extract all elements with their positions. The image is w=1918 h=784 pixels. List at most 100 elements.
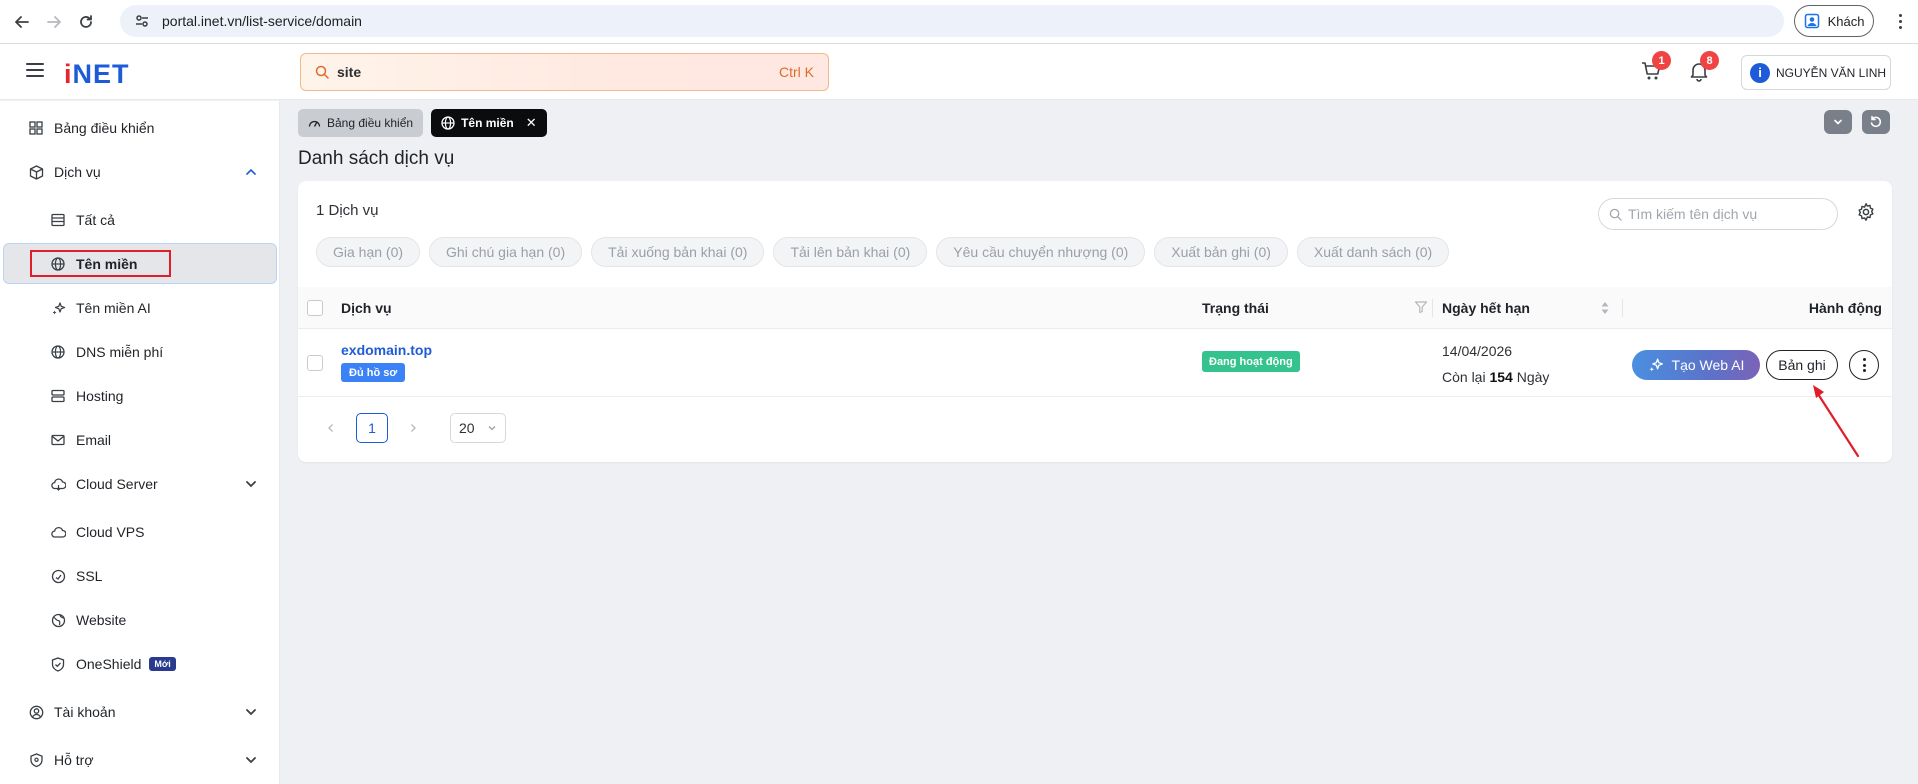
cart-count-badge: 1 — [1652, 51, 1671, 70]
shield-icon — [50, 656, 66, 672]
sidebar-item-domain-ai[interactable]: Tên miền AI — [0, 288, 280, 328]
sidebar-item-all[interactable]: Tất cả — [0, 200, 280, 240]
profile-icon — [1804, 13, 1819, 29]
sidebar-item-dashboard[interactable]: Bảng điều khiển — [0, 108, 280, 148]
gauge-icon — [308, 120, 321, 127]
sidebar-item-cloud-vps[interactable]: Cloud VPS — [0, 512, 280, 552]
more-actions-icon[interactable] — [1849, 350, 1879, 380]
menu-toggle-icon[interactable] — [26, 63, 44, 77]
chevron-down-icon[interactable] — [244, 753, 258, 767]
chevron-down-icon[interactable] — [244, 477, 258, 491]
sidebar-item-label: Email — [76, 432, 112, 448]
next-page-icon[interactable] — [398, 413, 428, 443]
cart-button[interactable]: 1 — [1640, 51, 1671, 84]
support-icon — [28, 752, 44, 768]
renew-note-button[interactable]: Ghi chú gia hạn (0) — [429, 237, 583, 267]
user-menu-button[interactable]: i NGUYỄN VĂN LINH — [1741, 55, 1891, 90]
row-checkbox[interactable] — [307, 355, 323, 371]
inet-logo[interactable]: iNET — [64, 59, 130, 90]
column-service: Dịch vụ — [341, 300, 392, 316]
app-header: iNET site Ctrl K 1 8 i NGUYỄN VĂN LINH — [0, 44, 1918, 100]
create-web-ai-button[interactable]: Tạo Web AI — [1632, 350, 1760, 380]
mail-icon — [50, 432, 66, 448]
select-all-checkbox[interactable] — [307, 300, 323, 316]
chevron-down-icon[interactable] — [244, 705, 258, 719]
ssl-icon — [50, 568, 66, 584]
column-actions: Hành động — [1808, 300, 1882, 316]
upload-declaration-button[interactable]: Tải lên bản khai (0) — [773, 237, 928, 267]
notification-button[interactable]: 8 — [1688, 51, 1719, 84]
records-button[interactable]: Bản ghi — [1766, 350, 1838, 380]
sidebar-item-domain[interactable]: Tên miền — [3, 243, 277, 284]
sidebar-item-cloud-server[interactable]: Cloud Server — [0, 464, 280, 504]
reload-icon[interactable] — [76, 12, 96, 32]
column-status: Trạng thái — [1202, 300, 1269, 316]
sidebar-item-website[interactable]: Website — [0, 600, 280, 640]
transfer-request-button[interactable]: Yêu cầu chuyển nhượng (0) — [936, 237, 1146, 267]
sidebar-item-oneshield[interactable]: OneShield Mới — [0, 644, 280, 684]
sparkle-icon — [1649, 358, 1663, 372]
service-list-card: 1 Dịch vụ Gia hạn (0) Ghi chú gia hạn (0… — [298, 181, 1892, 462]
prev-page-icon[interactable] — [316, 413, 346, 443]
sidebar-item-label: Hỗ trợ — [54, 752, 94, 768]
page-size-value: 20 — [459, 420, 475, 436]
export-list-button[interactable]: Xuất danh sách (0) — [1296, 237, 1450, 267]
tab-dashboard[interactable]: Bảng điều khiển — [298, 109, 424, 137]
sidebar-item-free-dns[interactable]: DNS miễn phí — [0, 332, 280, 372]
browser-menu-icon[interactable] — [1890, 10, 1910, 32]
sidebar-item-services[interactable]: Dịch vụ — [0, 152, 280, 192]
collapse-tabs-button[interactable] — [1824, 110, 1852, 134]
global-search-input[interactable]: site Ctrl K — [300, 53, 829, 91]
service-search-box[interactable] — [1598, 198, 1838, 230]
new-badge: Mới — [149, 657, 176, 671]
service-count: 1 Dịch vụ — [316, 202, 379, 219]
sidebar-item-email[interactable]: Email — [0, 420, 280, 460]
site-settings-icon[interactable] — [134, 13, 150, 29]
forward-icon[interactable] — [44, 12, 64, 32]
tab-label: Tên miền — [461, 116, 514, 130]
table-settings-button[interactable] — [1856, 202, 1878, 224]
dashboard-grid-icon — [28, 120, 44, 136]
globe-icon — [50, 344, 66, 360]
reset-tabs-button[interactable] — [1862, 110, 1890, 134]
tab-label: Bảng điều khiển — [327, 116, 414, 130]
search-icon — [315, 65, 329, 79]
back-icon[interactable] — [12, 12, 32, 32]
search-shortcut: Ctrl K — [779, 64, 814, 80]
address-bar[interactable]: portal.inet.vn/list-service/domain — [120, 5, 1784, 37]
chevron-down-icon — [1834, 119, 1842, 125]
sidebar-item-label: Cloud Server — [76, 476, 158, 492]
page-number-current[interactable]: 1 — [356, 413, 388, 443]
export-records-button[interactable]: Xuất bản ghi (0) — [1154, 237, 1288, 267]
expiry-date: 14/04/2026 — [1442, 343, 1513, 359]
browser-toolbar: portal.inet.vn/list-service/domain Khách — [0, 0, 1918, 44]
chevron-down-icon — [488, 426, 496, 431]
page-tabs: Bảng điều khiển Tên miền ✕ — [298, 109, 547, 137]
cloud-icon — [50, 524, 66, 540]
sidebar-item-support[interactable]: Hỗ trợ — [0, 740, 280, 780]
sidebar-item-label: Tài khoản — [54, 704, 116, 720]
sidebar-item-label: Website — [76, 612, 127, 628]
guest-profile-button[interactable]: Khách — [1794, 5, 1874, 37]
cloud-icon — [50, 476, 66, 492]
close-tab-icon[interactable]: ✕ — [526, 115, 537, 131]
sidebar-item-hosting[interactable]: Hosting — [0, 376, 280, 416]
sidebar-item-ssl[interactable]: SSL — [0, 556, 280, 596]
sidebar-item-label: Tên miền — [76, 255, 138, 272]
service-search-input[interactable] — [1628, 206, 1828, 222]
tab-domain[interactable]: Tên miền ✕ — [431, 109, 547, 137]
page-size-select[interactable]: 20 — [450, 413, 506, 443]
domain-link[interactable]: exdomain.top — [341, 342, 432, 358]
create-web-ai-label: Tạo Web AI — [1671, 357, 1745, 373]
renew-button[interactable]: Gia hạn (0) — [316, 237, 421, 267]
filter-icon[interactable] — [1414, 300, 1428, 317]
chevron-up-icon[interactable] — [244, 165, 258, 179]
sidebar-item-account[interactable]: Tài khoản — [0, 692, 280, 732]
notification-count-badge: 8 — [1700, 51, 1719, 70]
days-remaining: Còn lại 154 Ngày — [1442, 369, 1550, 385]
user-info-icon: i — [1750, 62, 1770, 83]
sidebar-item-label: Tất cả — [76, 212, 115, 228]
sidebar-item-label: SSL — [76, 568, 103, 584]
sort-icon[interactable] — [1600, 300, 1610, 319]
download-declaration-button[interactable]: Tải xuống bản khai (0) — [591, 237, 765, 267]
